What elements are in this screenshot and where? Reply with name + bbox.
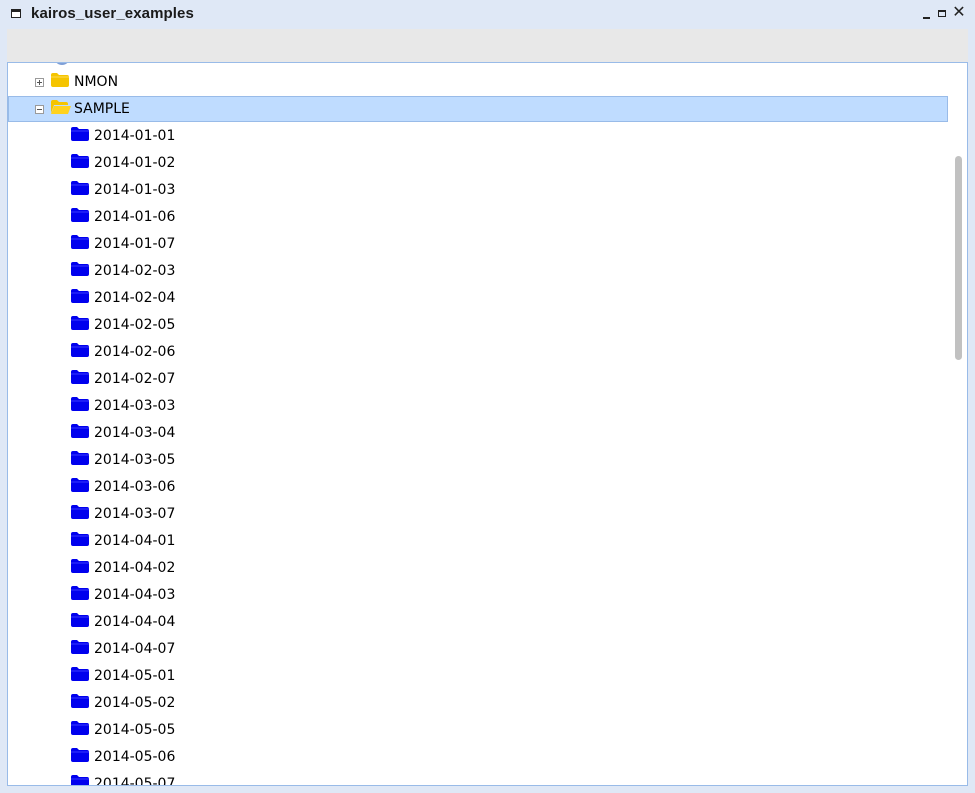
tree-node-label: 2014-05-05 (94, 722, 176, 738)
tree-node-label: 2014-01-06 (94, 209, 176, 225)
vertical-scrollbar[interactable] (950, 63, 967, 785)
tree-node-date-folder[interactable]: 2014-03-05 (8, 447, 948, 473)
tree-node-label: 2014-04-02 (94, 560, 176, 576)
folder-icon (71, 505, 89, 519)
window-bottom-edge (0, 786, 975, 793)
tree-node-date-folder[interactable]: 2014-02-04 (8, 285, 948, 311)
tree-node-date-folder[interactable]: 2014-01-03 (8, 177, 948, 203)
folder-icon (71, 262, 89, 276)
tree-node-date-folder[interactable]: 2014-04-03 (8, 582, 948, 608)
tree-node-date-folder[interactable]: 2014-03-04 (8, 420, 948, 446)
folder-icon (71, 532, 89, 546)
folder-icon (71, 559, 89, 573)
folder-icon (71, 316, 89, 330)
tree-node-label: SAMPLE (74, 101, 130, 117)
collapse-icon[interactable] (35, 105, 44, 114)
tree-node-label: 2014-04-03 (94, 587, 176, 603)
tree-node-date-folder[interactable]: 2014-04-01 (8, 528, 948, 554)
folder-icon (71, 289, 89, 303)
tree-node-label: 2014-05-06 (94, 749, 176, 765)
tree-node-label: 2014-05-02 (94, 695, 176, 711)
tree-node-label: 2014-02-04 (94, 290, 176, 306)
open-folder-icon (51, 100, 71, 114)
tree-node-label: 2014-03-05 (94, 452, 176, 468)
tree-node-label: 2014-03-03 (94, 398, 176, 414)
window-icon (11, 9, 21, 18)
tree-node-sample[interactable]: SAMPLE (8, 96, 948, 122)
root-node-icon (54, 63, 70, 65)
tree-node-date-folder[interactable]: 2014-04-02 (8, 555, 948, 581)
tree-node-label: 2014-02-07 (94, 371, 176, 387)
folder-icon (71, 397, 89, 411)
tree-node-date-folder[interactable]: 2014-01-06 (8, 204, 948, 230)
window: kairos_user_examples ✕ NMON SAMPLE 2014-… (0, 0, 975, 793)
window-title: kairos_user_examples (31, 5, 194, 22)
tree-node-nmon[interactable]: NMON (8, 69, 948, 95)
tree-node-date-folder[interactable]: 2014-04-07 (8, 636, 948, 662)
tree-node-label: 2014-01-01 (94, 128, 176, 144)
tree-node-label: 2014-02-06 (94, 344, 176, 360)
folder-icon (71, 667, 89, 681)
tree-node-date-folder[interactable]: 2014-01-01 (8, 123, 948, 149)
tree-node-date-folder[interactable]: 2014-05-05 (8, 717, 948, 743)
tree-node-date-folder[interactable]: 2014-01-07 (8, 231, 948, 257)
close-icon[interactable]: ✕ (952, 5, 966, 21)
folder-icon (71, 478, 89, 492)
folder-icon (71, 586, 89, 600)
tree-node-label: 2014-03-07 (94, 506, 176, 522)
folder-tree: NMON SAMPLE 2014-01-01 2014-01-02 2014-01-… (8, 63, 950, 785)
folder-icon (71, 694, 89, 708)
tree-node-date-folder[interactable]: 2014-02-05 (8, 312, 948, 338)
tree-node-label: 2014-01-02 (94, 155, 176, 171)
tree-node-label: 2014-04-07 (94, 641, 176, 657)
folder-icon (71, 640, 89, 654)
tree-node-date-folder[interactable]: 2014-03-07 (8, 501, 948, 527)
folder-icon (51, 73, 69, 87)
tree-node-date-folder[interactable]: 2014-05-07 (8, 771, 948, 785)
tree-node-label: 2014-01-07 (94, 236, 176, 252)
folder-icon (71, 181, 89, 195)
tree-node-date-folder[interactable]: 2014-02-03 (8, 258, 948, 284)
tree-node-label: 2014-05-01 (94, 668, 176, 684)
tree-node-label: 2014-02-03 (94, 263, 176, 279)
tree-node-date-folder[interactable]: 2014-05-02 (8, 690, 948, 716)
tree-node-date-folder[interactable]: 2014-02-06 (8, 339, 948, 365)
title-bar[interactable]: kairos_user_examples ✕ (0, 0, 975, 28)
tree-node-date-folder[interactable]: 2014-01-02 (8, 150, 948, 176)
tree-node-date-folder[interactable]: 2014-04-04 (8, 609, 948, 635)
folder-icon (71, 424, 89, 438)
minimize-icon[interactable] (921, 8, 933, 20)
tree-node-label: 2014-04-01 (94, 533, 176, 549)
scrollbar-thumb[interactable] (955, 156, 962, 360)
tree-node-label: 2014-03-06 (94, 479, 176, 495)
expand-icon[interactable] (35, 78, 44, 87)
toolbar (7, 29, 968, 63)
tree-node-date-folder[interactable]: 2014-02-07 (8, 366, 948, 392)
folder-icon (71, 721, 89, 735)
folder-icon (71, 343, 89, 357)
tree-panel: NMON SAMPLE 2014-01-01 2014-01-02 2014-01-… (7, 62, 968, 786)
folder-icon (71, 127, 89, 141)
tree-node-date-folder[interactable]: 2014-05-01 (8, 663, 948, 689)
folder-icon (71, 235, 89, 249)
folder-icon (71, 208, 89, 222)
tree-node-date-folder[interactable]: 2014-03-06 (8, 474, 948, 500)
folder-icon (71, 775, 89, 785)
tree-node-date-folder[interactable]: 2014-03-03 (8, 393, 948, 419)
tree-node-label: 2014-05-07 (94, 776, 176, 785)
folder-icon (71, 370, 89, 384)
tree-node-label: 2014-02-05 (94, 317, 176, 333)
tree-node-label: NMON (74, 74, 119, 90)
folder-icon (71, 748, 89, 762)
tree-node-date-folder[interactable]: 2014-05-06 (8, 744, 948, 770)
tree-node-label: 2014-01-03 (94, 182, 176, 198)
maximize-icon[interactable] (937, 8, 949, 20)
tree-node-label: 2014-04-04 (94, 614, 176, 630)
folder-icon (71, 451, 89, 465)
folder-icon (71, 154, 89, 168)
folder-icon (71, 613, 89, 627)
tree-node-label: 2014-03-04 (94, 425, 176, 441)
